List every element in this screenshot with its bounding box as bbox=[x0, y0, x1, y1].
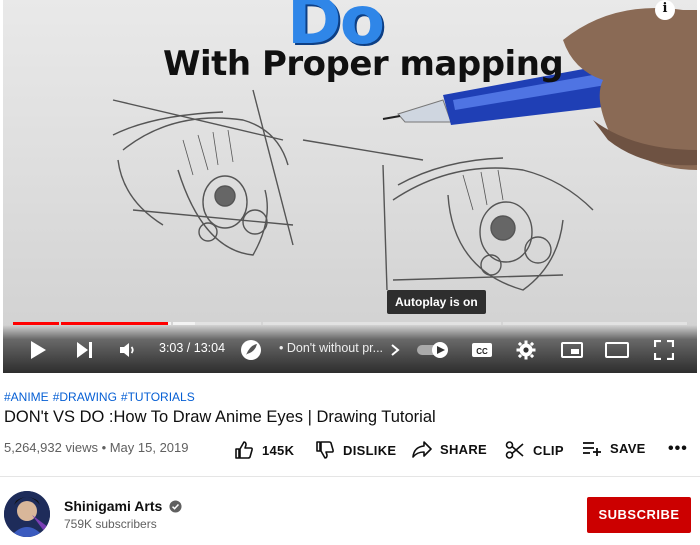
chapter-marker bbox=[261, 322, 263, 325]
miniplayer-icon bbox=[561, 342, 583, 358]
fullscreen-icon bbox=[654, 340, 674, 360]
playlist-add-icon bbox=[583, 442, 601, 456]
share-label: SHARE bbox=[440, 441, 488, 457]
save-button[interactable]: SAVE bbox=[582, 440, 646, 456]
section-divider bbox=[0, 476, 700, 477]
autoplay-toggle-icon bbox=[417, 342, 448, 358]
chapter-marker bbox=[171, 322, 173, 325]
hashtag-link[interactable]: #DRAWING bbox=[53, 390, 117, 404]
progress-bar[interactable] bbox=[13, 322, 687, 325]
gear-icon bbox=[516, 340, 536, 360]
scissors-icon bbox=[505, 441, 524, 459]
feather-chapter-icon bbox=[241, 340, 261, 360]
video-frame[interactable]: Do With Proper mapping bbox=[3, 0, 697, 373]
clip-button[interactable]: CLIP bbox=[505, 440, 564, 460]
more-actions-button[interactable]: ••• bbox=[668, 440, 688, 458]
verified-badge-icon bbox=[169, 499, 182, 513]
captions-button[interactable]: CC bbox=[469, 336, 495, 364]
dislike-button[interactable]: DISLIKE bbox=[315, 440, 396, 460]
video-player[interactable]: Do With Proper mapping i Autoplay is on … bbox=[3, 0, 697, 373]
theater-button[interactable] bbox=[603, 336, 631, 364]
chapter-marker bbox=[501, 322, 503, 325]
avatar-image bbox=[4, 491, 50, 537]
channel-avatar[interactable] bbox=[4, 491, 50, 537]
channel-name[interactable]: Shinigami Arts bbox=[64, 498, 182, 514]
subscribe-button[interactable]: SUBSCRIBE bbox=[587, 497, 691, 533]
svg-text:CC: CC bbox=[476, 347, 488, 356]
share-icon bbox=[412, 441, 432, 458]
chapter-marker bbox=[59, 322, 61, 325]
thumbs-up-icon bbox=[235, 441, 253, 459]
chevron-right-icon bbox=[391, 344, 400, 356]
time-display: 3:03 / 13:04 bbox=[159, 341, 226, 355]
play-button[interactable] bbox=[25, 336, 51, 364]
share-button[interactable]: SHARE bbox=[412, 440, 487, 458]
settings-button[interactable] bbox=[513, 336, 539, 364]
views-and-date: 5,264,932 views • May 15, 2019 bbox=[4, 440, 189, 455]
volume-icon bbox=[120, 343, 134, 357]
autoplay-toggle[interactable] bbox=[415, 336, 451, 364]
hashtag-list: #ANIME #DRAWING #TUTORIALS bbox=[4, 390, 199, 404]
chapter-thumbnail[interactable] bbox=[238, 336, 264, 364]
next-button[interactable] bbox=[71, 336, 97, 364]
save-label: SAVE bbox=[610, 440, 646, 456]
channel-name-text: Shinigami Arts bbox=[64, 498, 163, 514]
play-icon bbox=[31, 341, 46, 359]
captions-icon: CC bbox=[472, 343, 492, 357]
clip-label: CLIP bbox=[533, 442, 564, 458]
like-count: 145K bbox=[262, 442, 295, 458]
video-title: DON't VS DO :How To Draw Anime Eyes | Dr… bbox=[4, 408, 436, 426]
info-icon[interactable]: i bbox=[655, 0, 675, 20]
progress-played bbox=[13, 322, 169, 325]
overlay-title-bottom: With Proper mapping bbox=[163, 44, 564, 84]
like-button[interactable]: 145K bbox=[234, 440, 294, 460]
chapter-title[interactable]: • Don't without pr... bbox=[279, 341, 383, 355]
dislike-label: DISLIKE bbox=[343, 442, 397, 458]
hashtag-link[interactable]: #ANIME bbox=[4, 390, 49, 404]
miniplayer-button[interactable] bbox=[559, 336, 585, 364]
subscriber-count: 759K subscribers bbox=[64, 517, 157, 531]
volume-button[interactable] bbox=[115, 336, 141, 364]
fullscreen-button[interactable] bbox=[651, 336, 677, 364]
hashtag-link[interactable]: #TUTORIALS bbox=[121, 390, 195, 404]
chapter-chevron-button[interactable] bbox=[387, 336, 403, 364]
theater-icon bbox=[605, 342, 629, 358]
next-icon bbox=[77, 342, 92, 358]
thumbs-down-icon bbox=[316, 441, 334, 459]
autoplay-tooltip: Autoplay is on bbox=[387, 290, 486, 314]
